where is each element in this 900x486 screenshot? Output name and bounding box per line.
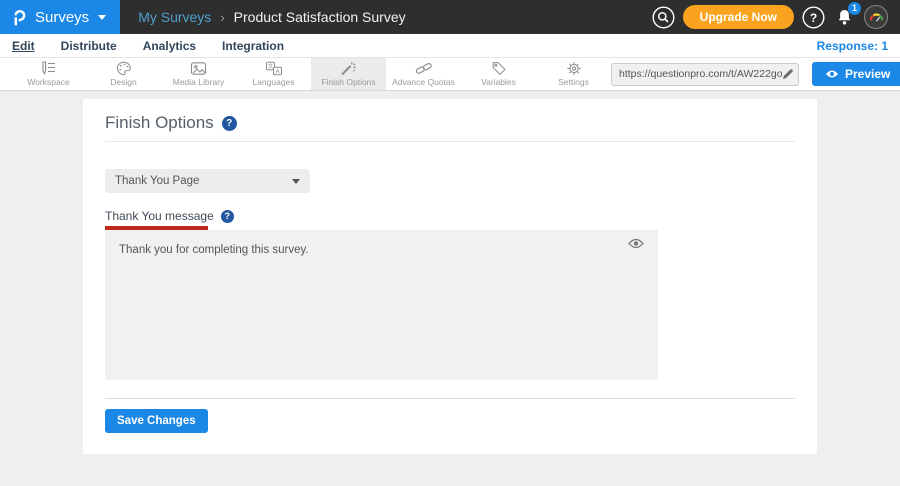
survey-url-input[interactable] <box>619 68 782 80</box>
app-menu-label: Surveys <box>35 9 89 26</box>
thank-you-message-label-row: Thank You message ? <box>105 209 795 223</box>
help-icon: ? <box>802 6 825 29</box>
breadcrumb-my-surveys-link[interactable]: My Surveys <box>138 9 211 25</box>
languages-icon: 文 A <box>265 61 283 76</box>
toolbar-item-media-library[interactable]: Media Library <box>161 58 236 90</box>
edit-url-pencil-icon[interactable] <box>782 68 794 80</box>
thank-you-message-editor[interactable]: Thank you for completing this survey. <box>105 230 658 380</box>
help-button[interactable]: ? <box>802 6 825 29</box>
toolbar-item-workspace[interactable]: Workspace <box>11 58 86 90</box>
edit-toolbar: Workspace Design Media Library <box>0 58 900 91</box>
finish-options-panel: Finish Options ? Thank You Page Thank Yo… <box>83 99 817 454</box>
toolbar-item-settings[interactable]: Settings <box>536 58 611 90</box>
toolbar-item-advance-quotas[interactable]: Advance Quotas <box>386 58 461 90</box>
tab-integration[interactable]: Integration <box>222 39 284 53</box>
tab-distribute[interactable]: Distribute <box>61 39 117 53</box>
finish-type-dropdown[interactable]: Thank You Page <box>105 169 310 193</box>
settings-icon <box>566 61 582 76</box>
chevron-down-icon <box>98 15 106 20</box>
page-title: Finish Options <box>105 112 214 134</box>
breadcrumb-separator: › <box>220 10 224 25</box>
thank-you-message-label: Thank You message <box>105 209 214 223</box>
toolbar-item-design[interactable]: Design <box>86 58 161 90</box>
search-icon <box>652 6 675 29</box>
finish-options-icon <box>340 61 357 76</box>
editor-preview-eye-icon[interactable] <box>628 238 644 249</box>
notifications-button[interactable]: 1 <box>833 6 856 29</box>
tab-edit[interactable]: Edit <box>12 39 35 53</box>
svg-text:?: ? <box>810 10 817 24</box>
gauge-avatar-icon <box>868 11 885 23</box>
toolbar-item-languages[interactable]: 文 A Languages <box>236 58 311 90</box>
surveys-app-menu[interactable]: Surveys <box>0 0 120 34</box>
toolbar-item-label: Variables <box>481 77 516 87</box>
toolbar-item-label: Media Library <box>173 77 225 87</box>
user-avatar[interactable] <box>864 5 888 29</box>
page-background: Finish Options ? Thank You Page Thank Yo… <box>0 99 900 486</box>
save-changes-button[interactable]: Save Changes <box>105 409 208 433</box>
finish-type-dropdown-value: Thank You Page <box>115 175 199 187</box>
panel-header: Finish Options ? <box>105 99 795 142</box>
questionpro-logo-icon <box>13 8 26 26</box>
chevron-down-icon <box>292 179 300 184</box>
toolbar-right-actions: Preview <box>611 58 900 90</box>
survey-nav-tabs: Edit Distribute Analytics Integration <box>12 39 284 53</box>
toolbar-item-label: Finish Options <box>321 77 375 87</box>
workspace-icon <box>40 61 57 76</box>
toolbar-item-label: Workspace <box>27 77 69 87</box>
thank-you-message-help-icon[interactable]: ? <box>221 210 234 223</box>
section-divider <box>105 398 795 399</box>
survey-nav-row: Edit Distribute Analytics Integration Re… <box>0 34 900 58</box>
topbar-actions: Upgrade Now ? 1 <box>652 5 900 29</box>
thank-you-message-text: Thank you for completing this survey. <box>105 230 658 270</box>
upgrade-now-button[interactable]: Upgrade Now <box>683 5 794 29</box>
toolbar-item-label: Settings <box>558 77 589 87</box>
svg-text:A: A <box>275 69 280 76</box>
toolbar-item-variables[interactable]: Variables <box>461 58 536 90</box>
edit-toolbar-tabs: Workspace Design Media Library <box>11 58 611 90</box>
toolbar-item-label: Design <box>110 77 136 87</box>
search-button[interactable] <box>652 6 675 29</box>
svg-text:文: 文 <box>267 62 273 70</box>
tab-analytics[interactable]: Analytics <box>143 39 196 53</box>
media-library-icon <box>190 61 207 76</box>
design-icon <box>116 61 132 76</box>
survey-url-field[interactable] <box>611 63 799 86</box>
preview-button-label: Preview <box>845 67 890 81</box>
advance-quotas-icon <box>415 61 433 76</box>
notification-badge: 1 <box>848 2 861 15</box>
breadcrumb-survey-title: Product Satisfaction Survey <box>234 9 406 25</box>
top-bar: Surveys My Surveys › Product Satisfactio… <box>0 0 900 34</box>
toolbar-item-label: Advance Quotas <box>392 77 455 87</box>
eye-icon <box>825 69 839 79</box>
preview-button[interactable]: Preview <box>812 62 900 86</box>
toolbar-item-label: Languages <box>252 77 294 87</box>
variables-icon <box>491 61 507 76</box>
breadcrumb: My Surveys › Product Satisfaction Survey <box>138 9 405 25</box>
response-count[interactable]: Response: 1 <box>817 39 888 53</box>
toolbar-item-finish-options[interactable]: Finish Options <box>311 58 386 90</box>
finish-options-help-icon[interactable]: ? <box>222 116 237 131</box>
